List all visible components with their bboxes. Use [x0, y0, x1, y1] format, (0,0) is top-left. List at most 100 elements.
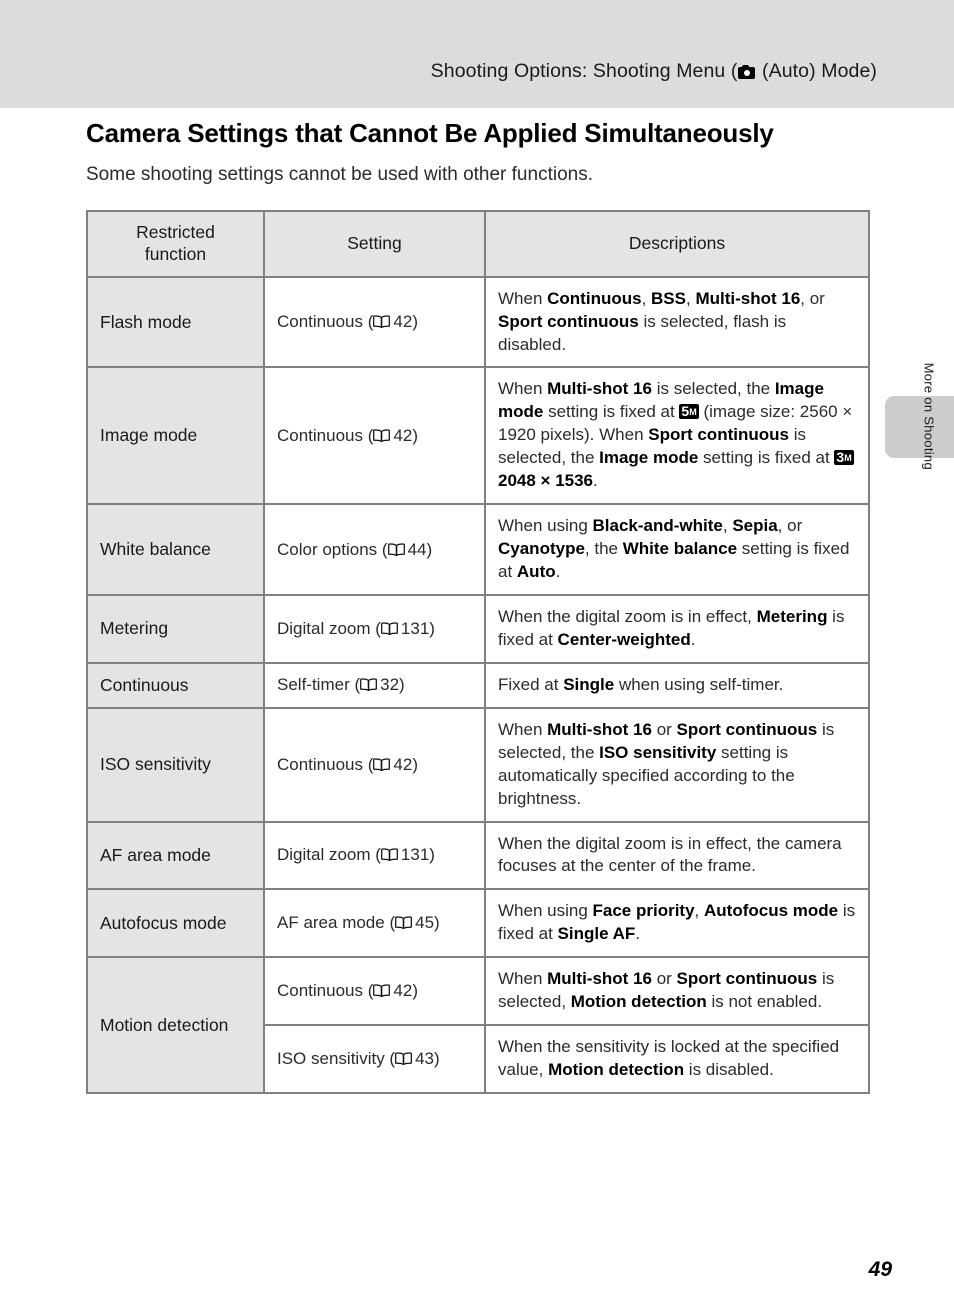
book-page-reference-icon: [373, 315, 391, 329]
description-cell: When Multi-shot 16 or Sport continuous i…: [484, 706, 870, 823]
table-header-row: Restricted function Setting Descriptions: [86, 209, 870, 278]
description-emphasis: Sport continuous: [498, 311, 639, 331]
description-emphasis: Multi-shot 16: [547, 719, 652, 739]
restricted-function-cell: White balance: [86, 503, 265, 596]
restricted-function-cell: Image mode: [86, 366, 265, 506]
table-row: Image mode Continuous (42) When Multi-shot…: [86, 366, 870, 506]
setting-cell: Digital zoom (131): [263, 593, 486, 664]
book-page-reference-icon: [373, 758, 391, 771]
restricted-function-cell: Motion detection: [86, 956, 265, 1094]
column-header-descriptions: Descriptions: [484, 209, 870, 278]
description-emphasis: Sepia: [732, 516, 778, 536]
description-emphasis: Image mode: [599, 448, 699, 468]
description-cell: When the digital zoom is in effect, the …: [484, 820, 870, 891]
column-header-restricted-function-line2: function: [144, 243, 207, 264]
description-emphasis: Autofocus mode: [704, 901, 839, 921]
book-page-reference-icon: [360, 678, 378, 692]
image-size-badge-5M: 5M: [679, 403, 699, 420]
page-intro-text: Some shooting settings cannot be used wi…: [86, 164, 593, 186]
book-page-reference-icon: [395, 1052, 413, 1066]
description-emphasis: Cyanotype: [498, 539, 585, 559]
description-emphasis: White balance: [622, 539, 738, 559]
description-emphasis: Multi-shot 16: [547, 969, 652, 989]
restricted-function-cell: AF area mode: [86, 820, 265, 891]
restricted-function-cell: ISO sensitivity: [86, 706, 265, 823]
description-emphasis: Sport continuous: [676, 719, 818, 739]
table-row: White balance Color options (44) When usin…: [86, 503, 870, 596]
running-header-title: Shooting Options: Shooting Menu ( (Auto)…: [0, 60, 877, 83]
setting-page-reference: 43: [415, 1049, 435, 1069]
description-emphasis: BSS: [651, 288, 686, 308]
setting-cell: Self-timer (32): [263, 661, 486, 709]
description-emphasis: Continuous: [547, 288, 642, 308]
side-tab-label: More on Shooting: [921, 362, 936, 470]
setting-page-reference: 131: [400, 618, 430, 638]
setting-page-reference: 42: [393, 981, 413, 1001]
setting-page-reference: 42: [393, 312, 413, 332]
running-header-title-before: Shooting Options: Shooting Menu (: [430, 60, 738, 82]
description-emphasis: Single: [563, 674, 615, 694]
setting-cell: Continuous (42): [263, 275, 486, 369]
restricted-function-cell: Flash mode: [86, 275, 265, 369]
table-row: Continuous Self-timer (32) Fixed at Single…: [86, 661, 870, 709]
description-emphasis: Auto: [516, 562, 556, 581]
description-emphasis: Sport continuous: [648, 425, 789, 445]
setting-page-reference: 44: [407, 539, 427, 559]
description-cell: When the sensitivity is locked at the sp…: [484, 1024, 870, 1094]
description-emphasis: Multi-shot 16: [547, 379, 652, 399]
page-content: Camera Settings that Cannot Be Applied S…: [86, 118, 870, 1094]
description-emphasis: Metering: [756, 606, 828, 626]
setting-page-reference: 32: [380, 675, 400, 695]
running-header-title-after: (Auto) Mode): [756, 60, 877, 82]
description-cell: Fixed at Single when using self-timer.: [484, 661, 870, 709]
book-page-reference-icon: [373, 429, 391, 442]
setting-cell: ISO sensitivity (43): [263, 1024, 486, 1094]
setting-page-reference: 131: [400, 845, 430, 865]
setting-cell: AF area mode (45): [263, 888, 486, 959]
description-emphasis: Face priority: [592, 901, 695, 921]
setting-page-reference: 45: [415, 913, 435, 933]
setting-page-reference: 42: [393, 754, 413, 774]
column-header-setting: Setting: [263, 209, 486, 278]
restricted-function-cell: Continuous: [86, 661, 265, 709]
description-emphasis: Sport continuous: [676, 969, 818, 989]
image-size-badge-3M: 3M: [834, 449, 854, 466]
table-row: Autofocus mode AF area mode (45) When usin…: [86, 888, 870, 959]
description-emphasis: Motion detection: [548, 1060, 685, 1080]
column-header-restricted-function: Restricted function: [86, 209, 265, 278]
description-emphasis: ISO sensitivity: [599, 742, 717, 762]
description-cell: When Multi-shot 16 or Sport continuous i…: [484, 956, 870, 1027]
description-emphasis: 2048 × 1536: [498, 471, 594, 491]
book-page-reference-icon: [380, 848, 398, 862]
table-row: Flash mode Continuous (42) When Continuous…: [86, 275, 870, 369]
table-row: ISO sensitivity Continuous (42) When Multi…: [86, 706, 870, 823]
setting-cell: Continuous (42): [263, 366, 486, 506]
table-body: Flash mode Continuous (42) When Continuous…: [86, 275, 870, 1094]
page-title: Camera Settings that Cannot Be Applied S…: [86, 118, 774, 148]
running-header-band: [0, 0, 954, 108]
restricted-function-cell: Autofocus mode: [86, 888, 265, 959]
book-page-reference-icon: [380, 622, 398, 635]
table-row: Metering Digital zoom (131) When the digit…: [86, 593, 870, 664]
description-emphasis: Motion detection: [570, 992, 707, 1012]
description-cell: When the digital zoom is in effect, Mete…: [484, 593, 870, 664]
setting-cell: Continuous (42): [263, 956, 486, 1027]
description-emphasis: Center-weighted: [557, 629, 691, 649]
setting-cell: Color options (44): [263, 503, 486, 596]
setting-cell: Continuous (42): [263, 706, 486, 823]
description-cell: When Continuous, BSS, Multi-shot 16, or …: [484, 275, 870, 369]
description-cell: When Multi-shot 16 is selected, the Imag…: [484, 366, 870, 506]
restricted-function-cell: Metering: [86, 593, 265, 664]
camera-icon: [738, 65, 756, 79]
description-emphasis: Multi-shot 16: [695, 288, 801, 308]
description-cell: When using Face priority, Autofocus mode…: [484, 888, 870, 959]
setting-page-reference: 42: [393, 425, 413, 445]
side-tab-block: [885, 396, 954, 458]
setting-cell: Digital zoom (131): [263, 820, 486, 891]
table-row: AF area mode Digital zoom (131) When the d…: [86, 820, 870, 891]
book-page-reference-icon: [387, 542, 405, 556]
page-number: 49: [868, 1258, 892, 1281]
description-emphasis: Black-and-white: [592, 516, 723, 536]
book-page-reference-icon: [395, 916, 413, 930]
restrictions-table: Restricted function Setting Descriptions…: [86, 209, 870, 1094]
